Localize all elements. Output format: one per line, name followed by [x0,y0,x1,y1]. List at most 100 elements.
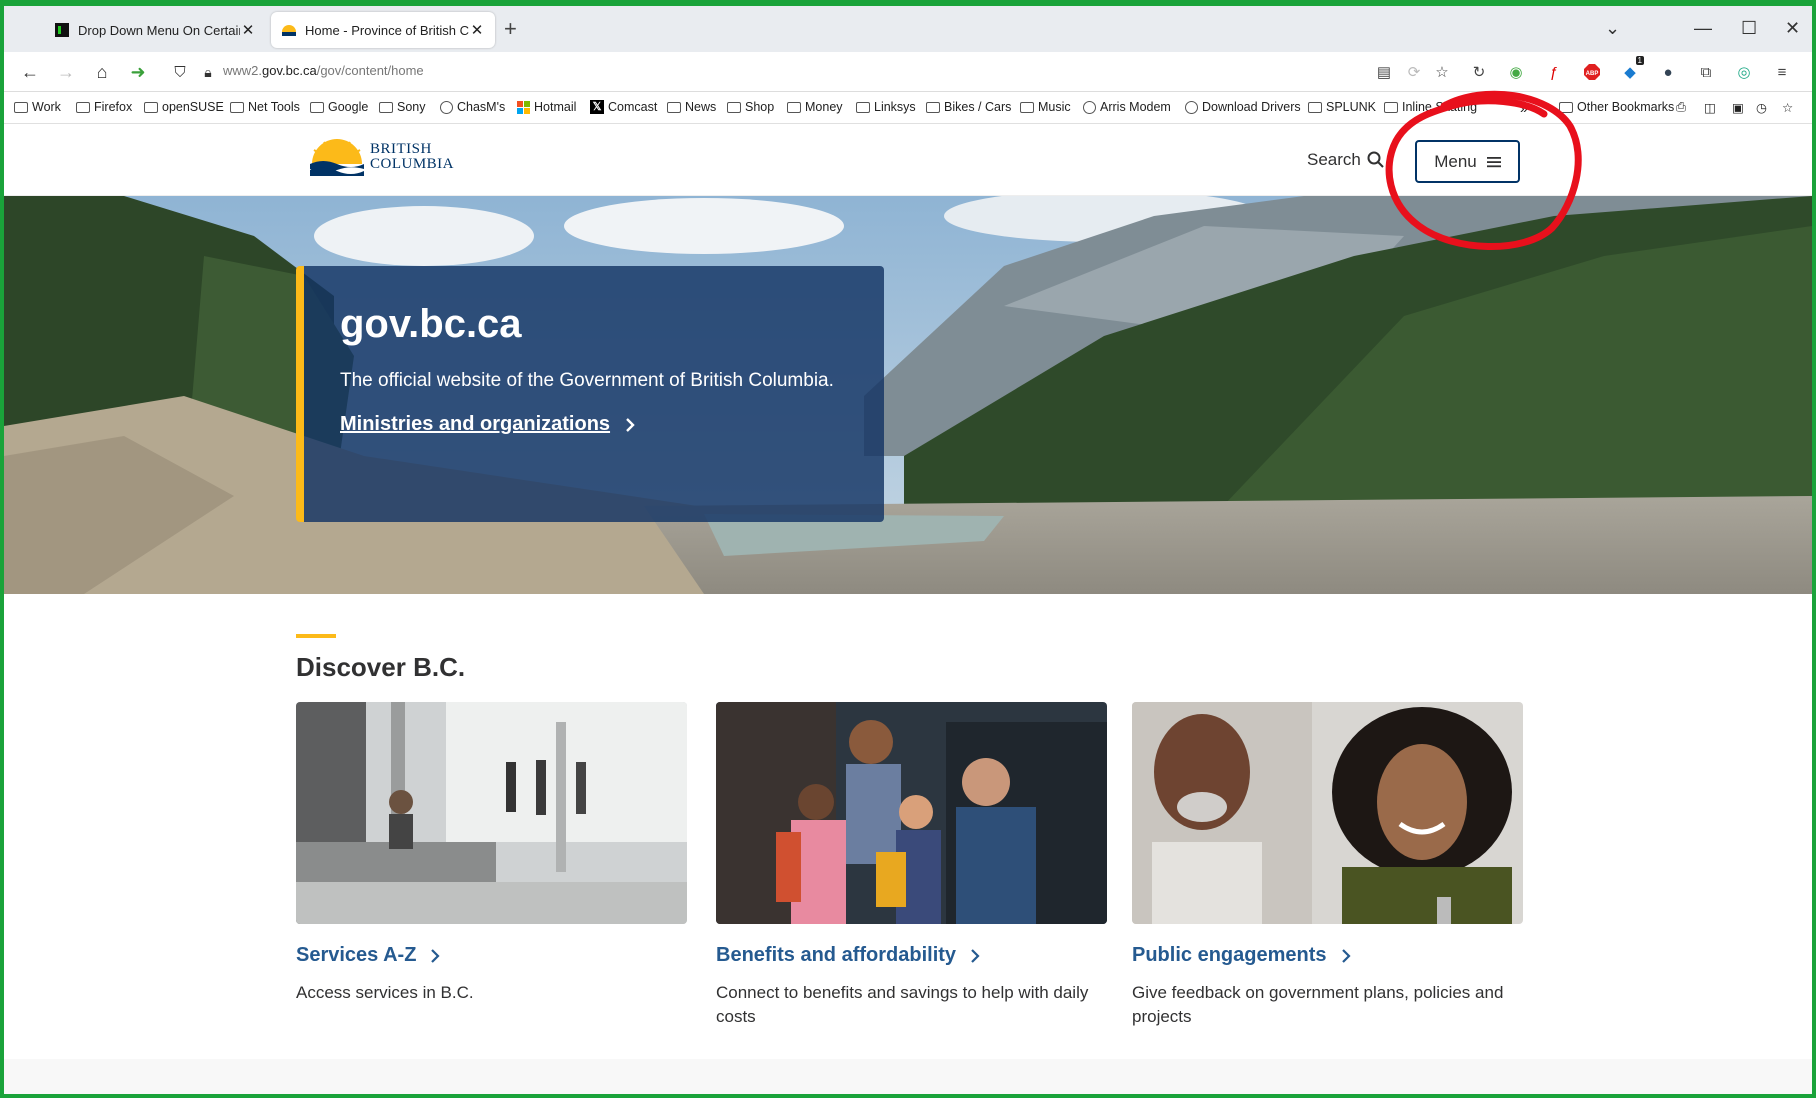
card-title-link[interactable]: Public engagements [1132,944,1523,967]
notification-extension-icon[interactable]: ◆ 1 [1620,56,1644,82]
bookmark-item[interactable]: Google [310,100,368,114]
bookmark-item[interactable]: Bikes / Cars [926,100,1011,114]
bc-gov-logo[interactable]: BRITISH COLUMBIA [308,138,454,176]
card-title: Benefits and affordability [716,944,957,966]
hero-card: gov.bc.ca The official website of the Go… [296,266,884,522]
bookmark-label: Linksys [874,100,916,114]
x-icon: 𝕏 [590,100,604,114]
terminal-icon [54,22,70,38]
tab-bc-home[interactable]: Home - Province of British Colu ✕ [271,12,495,48]
globe-icon [1083,100,1096,114]
bookmark-item[interactable]: 𝕏 Comcast [590,100,657,114]
bookmark-item[interactable]: Hotmail [517,100,576,114]
bookmark-label: Work [32,100,61,114]
logo-line-1: BRITISH [370,141,432,157]
microsoft-icon [517,100,530,114]
hero-subtitle: The official website of the Government o… [340,370,834,391]
folder-icon [727,101,741,113]
folder-icon [144,101,158,113]
extension-green-icon[interactable]: ◉ [1506,62,1526,82]
footer-strip [4,1059,1812,1094]
new-tab-icon[interactable]: + [504,18,517,40]
bookmark-label: Music [1038,100,1071,114]
bookmark-item[interactable]: SPLUNK [1308,100,1376,114]
bookmark-label: openSUSE [162,100,224,114]
extensions-puzzle-icon[interactable]: ⧉ [1696,62,1716,82]
card-benefits[interactable]: Benefits and affordability Connect to be… [716,702,1107,1029]
screenshot-icon[interactable]: ▣ [1732,100,1744,115]
print-icon[interactable]: ⎙ [1676,100,1686,115]
logo-text: BRITISH COLUMBIA [370,142,454,172]
discover-title: Discover B.C. [296,652,466,682]
browser-window: Drop Down Menu On Certain W ✕ Home - Pro… [4,6,1812,1094]
bookmark-item[interactable]: Sony [379,100,426,114]
card-title: Public engagements [1132,944,1327,966]
bookmark-item[interactable]: Download Drivers [1185,100,1301,114]
section-accent-bar [296,634,336,638]
bookmark-label: News [685,100,717,114]
bookmark-item[interactable]: ChasM's [440,100,505,114]
globe-icon [1185,100,1198,114]
bookmark-item[interactable]: openSUSE [144,100,224,114]
forward-icon[interactable]: → [54,60,78,84]
bookmark-label: ChasM's [457,100,506,114]
close-window-icon[interactable]: ✕ [1785,18,1800,39]
minimize-icon[interactable]: — [1694,18,1712,39]
bookmark-item[interactable]: Money [787,100,843,114]
bookmark-label: Comcast [608,100,658,114]
folder-icon [379,101,393,113]
reader-view-icon[interactable]: ▤ [1374,62,1394,82]
hamburger-menu-icon[interactable]: ≡ [1772,62,1792,82]
bookmark-label: Money [805,100,843,114]
bookmark-label: Bikes / Cars [944,100,1012,114]
red-circle-annotation [1385,90,1582,250]
tab-list-icon[interactable]: ⌄ [1605,18,1620,39]
card-title-link[interactable]: Services A-Z [296,944,687,967]
bookmark-label: Google [328,100,369,114]
globe-icon [440,100,453,114]
bookmark-item[interactable]: Arris Modem [1083,100,1171,114]
account-icon[interactable]: ◎ [1734,62,1754,82]
tab-drop-down-menu[interactable]: Drop Down Menu On Certain W ✕ [44,12,266,48]
adblock-icon[interactable]: ABP [1582,62,1602,82]
bookmark-item[interactable]: Music [1020,100,1071,114]
card-description: Give feedback on government plans, polic… [1132,983,1504,1026]
bc-sun-icon [310,139,364,176]
close-tab-icon[interactable]: ✕ [469,21,485,39]
card-engagements[interactable]: Public engagements Give feedback on gove… [1132,702,1523,1029]
card-title-link[interactable]: Benefits and affordability [716,944,1107,967]
bookmark-label: Net Tools [248,100,300,114]
bookmark-item[interactable]: Work [14,100,61,114]
flash-icon[interactable]: ƒ [1544,62,1564,82]
lock-icon[interactable]: 🔒︎ [196,60,220,84]
tab-title: Drop Down Menu On Certain W [78,22,240,38]
bookmark-item[interactable]: Linksys [856,100,916,114]
home-icon[interactable]: ⌂ [90,60,114,84]
bookmark-item[interactable]: News [667,100,716,114]
reload-icon[interactable]: ↻ [1469,62,1489,82]
tab-bar: Drop Down Menu On Certain W ✕ Home - Pro… [4,6,1812,52]
close-tab-icon[interactable]: ✕ [240,21,256,39]
bookmark-item[interactable]: Shop [727,100,774,114]
bc-logo-icon [281,22,297,38]
tab-title: Home - Province of British Colu [305,22,469,38]
sidebar-icon[interactable]: ◫ [1704,100,1716,115]
bookmark-star-icon[interactable]: ☆ [1432,62,1452,82]
bookmark-item[interactable]: Net Tools [230,100,300,114]
history-icon[interactable]: ◷ [1756,100,1767,115]
bookmark-label: Hotmail [534,100,577,114]
url-bar[interactable]: www2.gov.bc.ca/gov/content/home [223,63,424,78]
tracking-shield-icon[interactable]: ⛉ [168,60,192,84]
back-icon[interactable]: ← [18,60,42,84]
extension-arrow-icon[interactable]: ➜ [126,60,150,84]
bookmark-label: Arris Modem [1100,100,1171,114]
chevron-right-icon [431,948,440,963]
ministries-link[interactable]: Ministries and organizations [340,413,848,436]
card-services[interactable]: Services A-Z Access services in B.C. [296,702,687,1005]
dark-extension-icon[interactable]: ● [1658,62,1678,82]
people-smiling-image [1132,702,1523,924]
maximize-icon[interactable]: ☐ [1741,18,1757,39]
translate-icon[interactable]: ⟳ [1404,62,1424,82]
bookmark-item[interactable]: Firefox [76,100,132,114]
bookmark-manager-icon[interactable]: ☆ [1782,100,1793,115]
